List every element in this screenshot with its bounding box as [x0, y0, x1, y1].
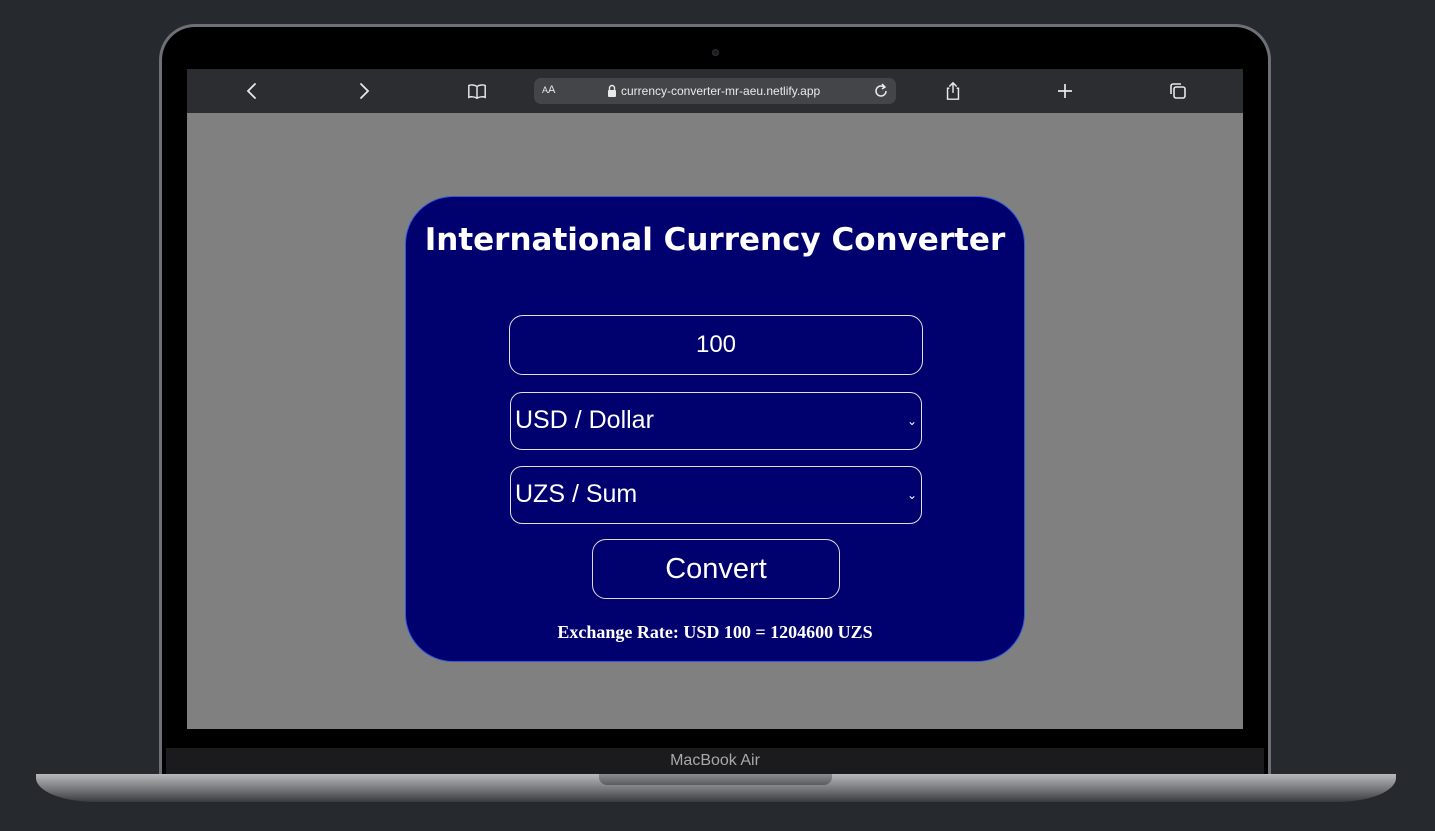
laptop-bottom-bezel: MacBook Air	[166, 748, 1264, 775]
app-title: International Currency Converter	[424, 222, 1006, 258]
bookmarks-icon[interactable]	[465, 80, 489, 102]
tabs-icon[interactable]	[1166, 80, 1190, 102]
camera-icon	[712, 49, 719, 56]
exchange-rate-text: Exchange Rate: USD 100 = 1204600 UZS	[557, 622, 873, 642]
converter-card: International Currency Converter 100 USD…	[405, 196, 1025, 662]
chevron-down-icon: ⌄	[906, 414, 917, 428]
to-currency-select[interactable]: UZS / Sum ⌄	[510, 466, 922, 524]
chevron-down-icon: ⌄	[906, 488, 917, 502]
to-currency-value: UZS / Sum	[515, 480, 638, 508]
from-currency-select[interactable]: USD / Dollar ⌄	[510, 392, 922, 450]
laptop-hinge-notch	[599, 774, 832, 785]
lock-icon	[608, 84, 616, 97]
share-icon[interactable]	[941, 80, 965, 102]
address-bar[interactable]: AA currency-converter-mr-aeu.netlify.app	[534, 78, 896, 104]
convert-button[interactable]: Convert	[592, 539, 840, 599]
browser-toolbar: AA currency-converter-mr-aeu.netlify.app	[187, 69, 1243, 113]
back-icon[interactable]	[240, 80, 264, 102]
reload-icon[interactable]	[872, 82, 890, 100]
model-label: MacBook Air	[670, 752, 760, 769]
amount-input[interactable]: 100	[509, 315, 923, 375]
new-tab-icon[interactable]	[1053, 80, 1077, 102]
forward-icon[interactable]	[352, 80, 376, 102]
from-currency-value: USD / Dollar	[515, 406, 654, 434]
browser-screen: AA currency-converter-mr-aeu.netlify.app…	[187, 69, 1243, 729]
url-text: currency-converter-mr-aeu.netlify.app	[621, 84, 821, 98]
text-size-button[interactable]: AA	[542, 84, 555, 96]
